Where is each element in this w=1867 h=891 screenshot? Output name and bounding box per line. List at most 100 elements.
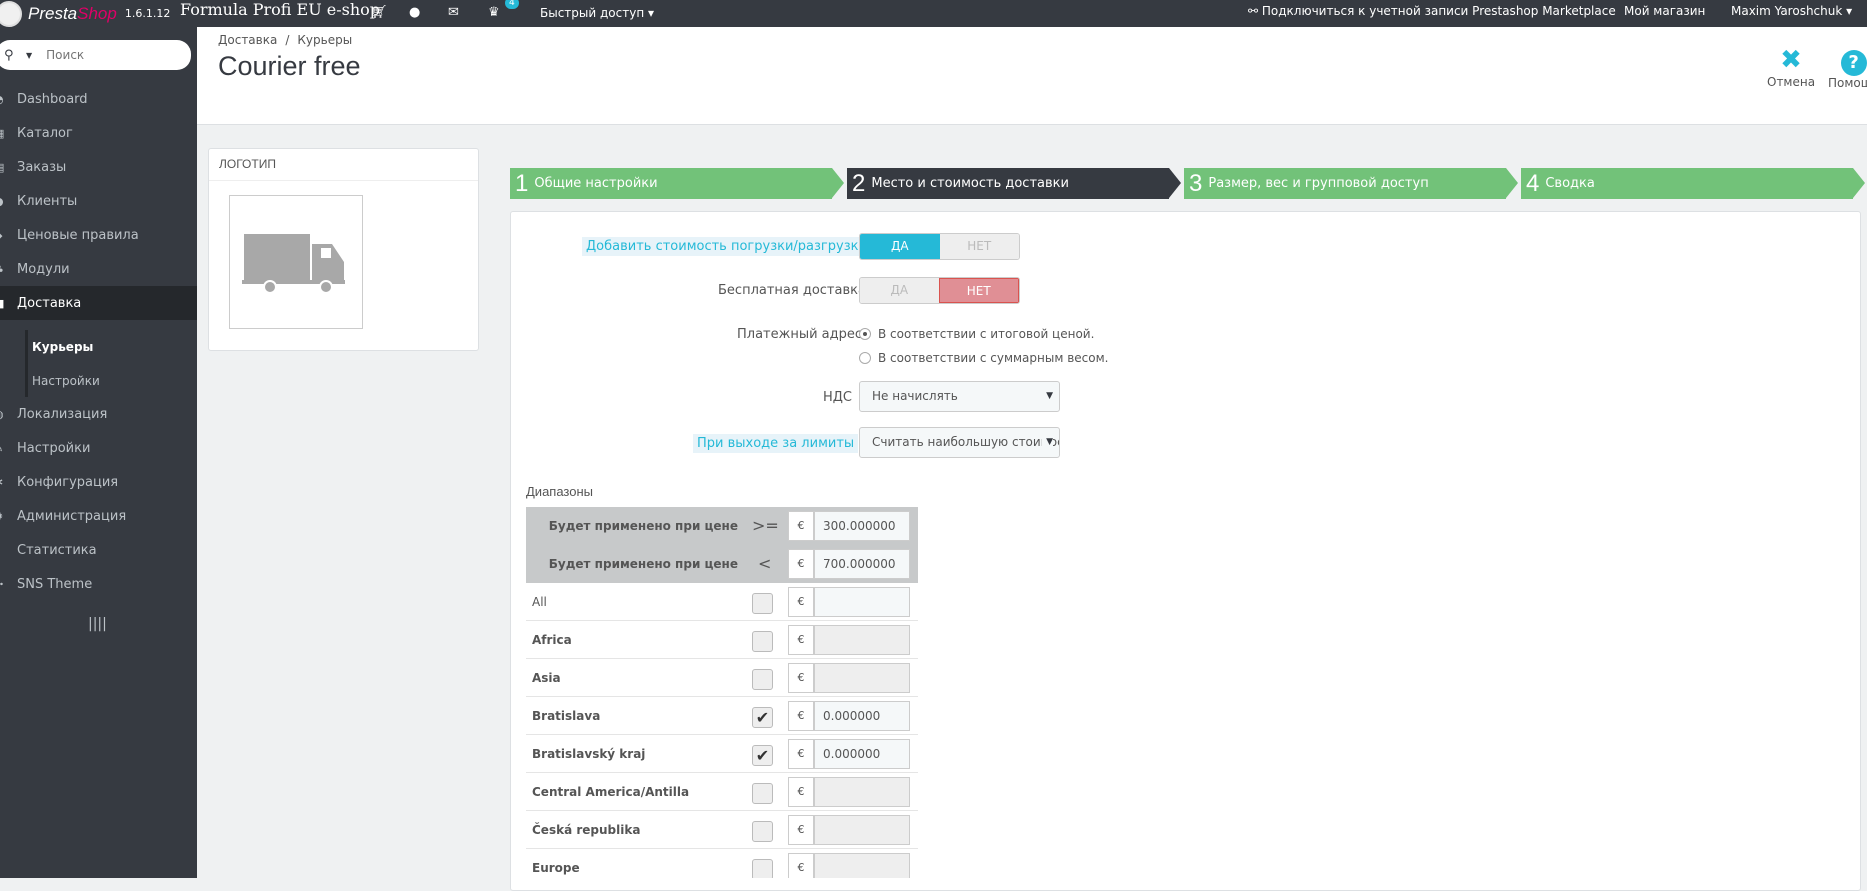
- sidebar-item-shipping[interactable]: ■Доставка: [0, 286, 197, 320]
- sidebar-item-administration[interactable]: ✹Администрация: [0, 499, 197, 533]
- sidebar-item-customers[interactable]: ●Клиенты: [0, 184, 197, 218]
- cart-icon[interactable]: 🛒︎: [371, 5, 388, 20]
- zone-price-input[interactable]: [814, 587, 910, 617]
- truck-icon: [242, 234, 345, 294]
- zone-price-input[interactable]: [814, 625, 910, 655]
- step-label: Место и стоимость доставки: [871, 176, 1069, 191]
- logo-panel-title: Логотип: [209, 149, 478, 181]
- sidebar-item-catalog[interactable]: ▦Каталог: [0, 116, 197, 150]
- prestashop-puffin-icon: [0, 0, 22, 27]
- sidebar-item-modules[interactable]: ♣Модули: [0, 252, 197, 286]
- free-shipping-switch[interactable]: ДА НЕТ: [859, 277, 1020, 304]
- wizard-step-summary[interactable]: 4 Сводка: [1521, 168, 1853, 199]
- sidebar-item-price-rules[interactable]: ◆Ценовые правила: [0, 218, 197, 252]
- zone-price-input[interactable]: [814, 815, 910, 845]
- tax-select[interactable]: Не начислять ▼: [859, 381, 1060, 412]
- user-icon[interactable]: ●: [409, 5, 420, 20]
- zone-checkbox[interactable]: [752, 631, 773, 652]
- free-yes-option[interactable]: ДА: [860, 278, 939, 303]
- sidebar-item-preferences[interactable]: ✎Настройки: [0, 431, 197, 465]
- breadcrumb-shipping[interactable]: Доставка: [218, 33, 277, 47]
- select-caret-icon: ▼: [1046, 391, 1053, 401]
- marketplace-link[interactable]: ⚯ Подключиться к учетной записи Prestash…: [1248, 4, 1616, 18]
- shipping-icon: ■: [0, 297, 17, 310]
- zone-row: Bratislava ✔ € 0.000000: [526, 697, 918, 735]
- caret-down-icon: ▾: [1846, 4, 1853, 18]
- sidebar-item-label: Модули: [17, 261, 70, 277]
- handling-yes-option[interactable]: ДА: [860, 234, 940, 259]
- catalog-icon: ▦: [0, 127, 17, 140]
- sidebar-item-orders[interactable]: ▤Заказы: [0, 150, 197, 184]
- sidebar-item-label: Статистика: [17, 542, 97, 558]
- handling-cost-switch[interactable]: ДА НЕТ: [859, 233, 1020, 260]
- prestashop-logo[interactable]: Presta Shop 1.6.1.12: [0, 0, 170, 27]
- zone-price-input[interactable]: 0.000000: [814, 701, 910, 731]
- sidebar-item-sns-theme[interactable]: ✣SNS Theme: [0, 567, 197, 601]
- quick-access-menu[interactable]: Быстрый доступ ▾: [540, 6, 654, 20]
- notification-badge: 4: [505, 0, 519, 9]
- currency-addon: €: [788, 701, 814, 731]
- step-label: Размер, вес и групповой доступ: [1208, 176, 1429, 191]
- help-button[interactable]: ? Помощь: [1828, 45, 1867, 90]
- search-icon[interactable]: ⚲: [0, 48, 26, 63]
- free-no-option[interactable]: НЕТ: [938, 278, 1019, 303]
- zone-checkbox[interactable]: [752, 783, 773, 804]
- submenu-item-carriers[interactable]: Курьеры: [32, 332, 93, 362]
- zone-price-input[interactable]: [814, 853, 910, 878]
- zone-checkbox[interactable]: [752, 859, 773, 878]
- sidebar-item-localization[interactable]: ◍Локализация: [0, 397, 197, 431]
- link-icon: ⚯: [1248, 4, 1259, 18]
- price-rules-icon: ◆: [0, 229, 17, 242]
- brand-presta: Presta: [28, 3, 78, 23]
- brand-shop: Shop: [77, 3, 117, 23]
- billing-option-weight[interactable]: В соответствии с суммарным весом.: [859, 351, 1108, 365]
- shop-name-link[interactable]: Formula Profi EU e-shop: [180, 0, 380, 20]
- zone-checkbox[interactable]: [752, 821, 773, 842]
- carrier-logo-image[interactable]: [229, 195, 363, 329]
- checkmark-icon: ✔: [755, 708, 770, 727]
- sidebar-item-dashboard[interactable]: ◔Dashboard: [0, 82, 197, 116]
- zone-checkbox[interactable]: [752, 669, 773, 690]
- cancel-button[interactable]: ✖ Отмена: [1767, 45, 1815, 89]
- search-input[interactable]: [44, 47, 175, 63]
- caret-down-icon[interactable]: ▼: [26, 51, 32, 60]
- zone-checkbox[interactable]: [752, 593, 773, 614]
- tax-select-value: Не начислять: [872, 389, 958, 403]
- wizard-step-locations[interactable]: 2 Место и стоимость доставки: [847, 168, 1169, 199]
- zone-row: Bratislavský kraj ✔ € 0.000000: [526, 735, 918, 773]
- zone-row: Asia €: [526, 659, 918, 697]
- zone-price-input[interactable]: [814, 777, 910, 807]
- version-label: 1.6.1.12: [124, 7, 171, 20]
- trophy-icon[interactable]: ♛: [488, 5, 500, 20]
- sidebar-item-configuration[interactable]: ✲Конфигурация: [0, 465, 197, 499]
- breadcrumb-carriers[interactable]: Курьеры: [297, 33, 352, 47]
- wizard-step-general[interactable]: 1 Общие настройки: [510, 168, 832, 199]
- out-of-range-select[interactable]: Считать наибольшую стоимость ▼: [859, 427, 1060, 458]
- zone-price-input[interactable]: [814, 663, 910, 693]
- cancel-label: Отмена: [1767, 75, 1816, 89]
- sidebar-item-stats[interactable]: ▮Статистика: [0, 533, 197, 567]
- range-from-input[interactable]: 300.000000: [814, 511, 910, 541]
- step-arrow: [1506, 168, 1518, 198]
- zone-row: Africa €: [526, 621, 918, 659]
- zone-price-input[interactable]: 0.000000: [814, 739, 910, 769]
- wizard-step-size-weight[interactable]: 3 Размер, вес и групповой доступ: [1184, 168, 1506, 199]
- billing-option-price[interactable]: В соответствии с итоговой ценой.: [859, 327, 1094, 341]
- configuration-icon: ✲: [0, 476, 17, 489]
- help-label: Помощь: [1828, 76, 1867, 90]
- radio-icon: [859, 352, 871, 364]
- theme-icon: ✣: [0, 578, 17, 591]
- my-shop-link[interactable]: Мой магазин: [1624, 4, 1705, 18]
- zone-checkbox-checked[interactable]: ✔: [752, 707, 773, 728]
- zone-checkbox-checked[interactable]: ✔: [752, 745, 773, 766]
- zone-name: Bratislava: [532, 709, 601, 723]
- user-menu[interactable]: Maxim Yaroshchuk ▾: [1731, 4, 1852, 18]
- submenu-item-preferences[interactable]: Настройки: [32, 366, 100, 396]
- preferences-icon: ✎: [0, 442, 17, 455]
- zone-row: Europe €: [526, 849, 918, 878]
- collapse-sidebar-icon[interactable]: ||||: [88, 616, 107, 632]
- sidebar: ⚲ ▼ ◔Dashboard ▦Каталог ▤Заказы ●Клиенты…: [0, 27, 197, 878]
- handling-no-option[interactable]: НЕТ: [939, 234, 1019, 259]
- range-to-input[interactable]: 700.000000: [814, 549, 910, 579]
- mail-icon[interactable]: ✉: [448, 5, 459, 20]
